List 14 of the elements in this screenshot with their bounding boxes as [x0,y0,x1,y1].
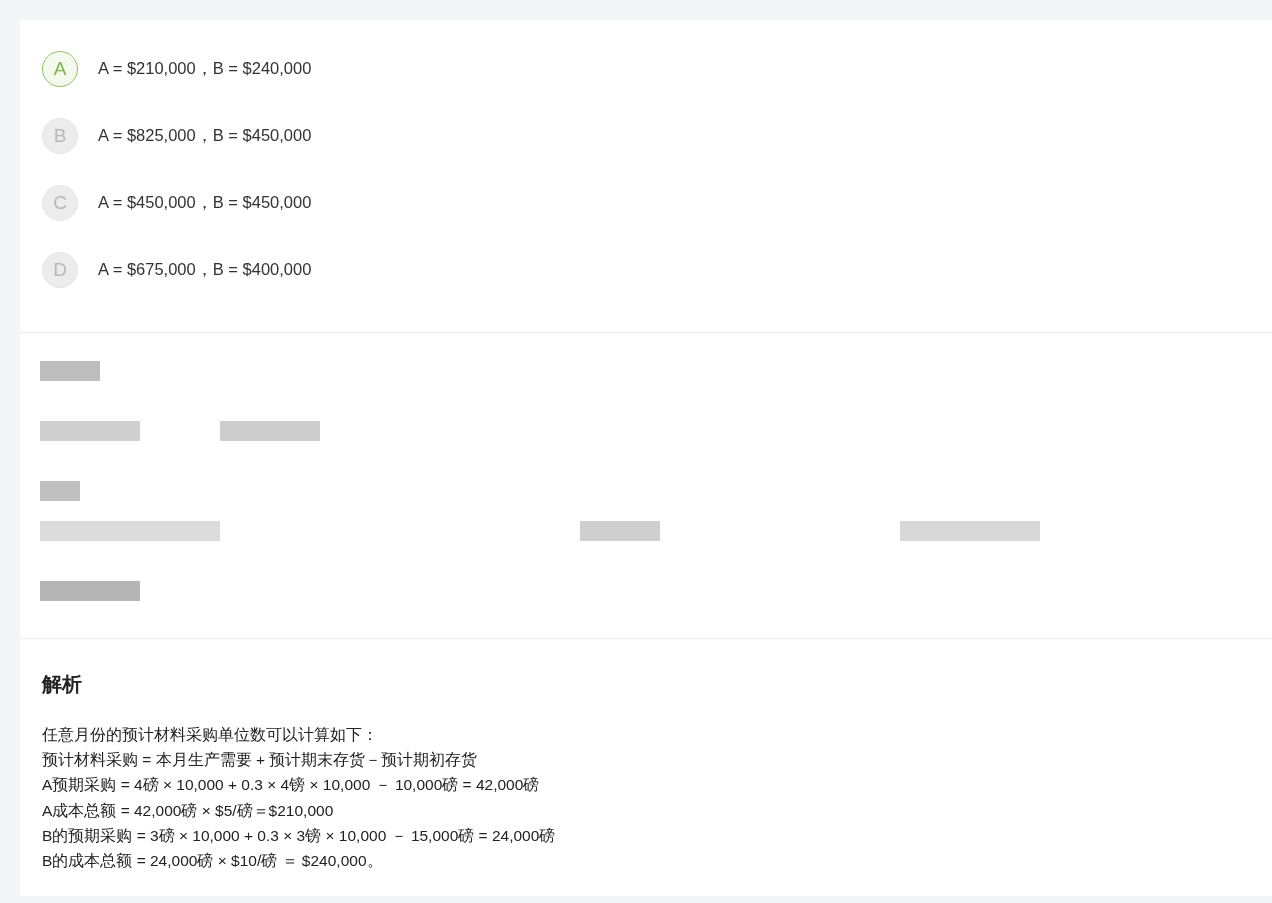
option-letter[interactable]: A [42,50,78,87]
mosaic-block [40,481,80,501]
option-text: A = $210,000，B = $240,000 [98,57,312,79]
analysis-title: 解析 [42,672,83,697]
analysis-line: 任意月份的预计材料采购单位数可以计算如下： [42,725,379,745]
analysis-line: 预计材料采购 = 本月生产需要 + 预计期末存货－预计期初存货 [42,750,479,771]
analysis-line: B的成本总额 = 24,000磅 × $10/磅 ＝ $240,000。 [42,851,384,871]
option-text: A = $825,000，B = $450,000 [98,124,312,146]
analysis-line: A成本总额 = 42,000磅 × $5/磅＝$210,000 [42,800,335,821]
analysis-line: B的预期采购 = 3磅 × 10,000 + 0.3 × 3镑 × 10,000 － 15,000磅 = 24,000磅 [42,825,557,846]
mosaic-block [40,361,100,381]
analysis-line: A预期采购 = 4磅 × 10,000 + 0.3 × 4镑 × 10,000 － 10,000磅 = 42,000磅 [42,775,541,796]
option-text: A = $450,000，B = $450,000 [98,191,312,213]
option-text: A = $675,000，B = $400,000 [98,258,312,280]
